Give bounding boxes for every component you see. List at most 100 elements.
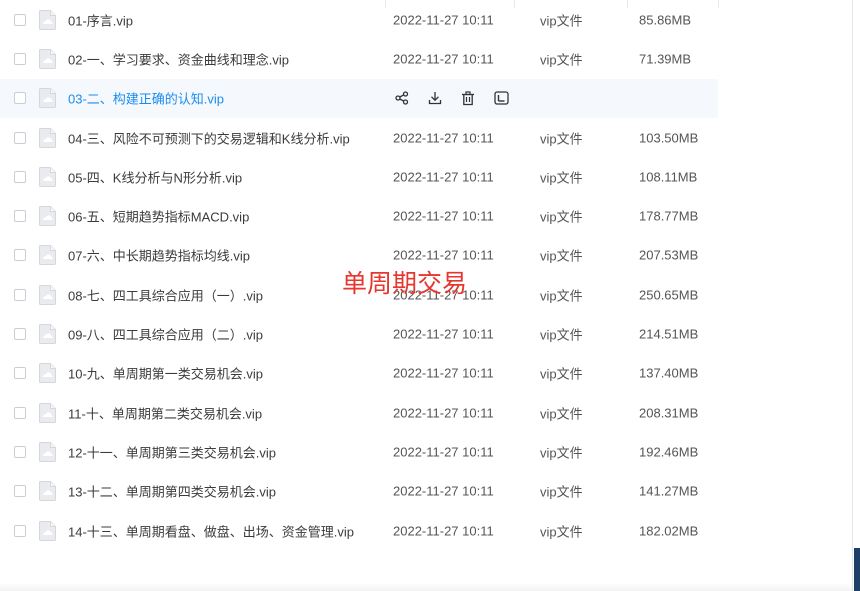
file-size: 71.39MB bbox=[639, 51, 692, 67]
file-type: vip文件 bbox=[540, 327, 583, 343]
file-size: 178.77MB bbox=[639, 208, 699, 224]
row-checkbox[interactable] bbox=[14, 170, 26, 183]
file-name[interactable]: 03-二、构建正确的认知.vip bbox=[68, 89, 224, 108]
file-size: 208.31MB bbox=[639, 405, 699, 421]
vertical-scrollbar-thumb[interactable] bbox=[854, 548, 860, 591]
file-row[interactable]: 12-十一、单周期第三类交易机会.vip 2022-11-27 10:11 vip文… bbox=[0, 432, 852, 471]
row-checkbox[interactable] bbox=[14, 367, 26, 380]
file-modified-date: 2022-11-27 10:11 bbox=[393, 444, 494, 460]
file-row[interactable]: 05-四、K线分析与N形分析.vip 2022-11-27 10:11 vip文件 1… bbox=[0, 157, 852, 196]
file-icon bbox=[39, 324, 56, 345]
file-row[interactable]: 02-一、学习要求、资金曲线和理念.vip 2022-11-27 10:11 vip… bbox=[0, 39, 852, 78]
file-icon bbox=[39, 284, 56, 305]
file-modified-date: 2022-11-27 10:11 bbox=[393, 483, 494, 499]
file-name[interactable]: 10-九、单周期第一类交易机会.vip bbox=[68, 364, 263, 383]
file-row[interactable]: 04-三、风险不可预测下的交易逻辑和K线分析.vip 2022-11-27 10:… bbox=[0, 118, 852, 157]
file-icon bbox=[39, 206, 56, 227]
file-icon bbox=[39, 402, 56, 423]
file-modified-date: 2022-11-27 10:11 bbox=[393, 130, 494, 146]
file-name[interactable]: 08-七、四工具综合应用（一）.vip bbox=[68, 285, 263, 304]
file-icon bbox=[39, 88, 56, 109]
file-row[interactable]: 01-序言.vip 2022-11-27 10:11 vip文件 85.86MB bbox=[0, 0, 852, 39]
file-row[interactable]: 13-十二、单周期第四类交易机会.vip 2022-11-27 10:11 vip文… bbox=[0, 472, 852, 511]
file-type: vip文件 bbox=[540, 248, 583, 264]
file-row[interactable]: 09-八、四工具综合应用（二）.vip 2022-11-27 10:11 vip文件… bbox=[0, 314, 852, 353]
delete-icon[interactable] bbox=[459, 89, 477, 107]
file-icon bbox=[39, 520, 56, 541]
file-name[interactable]: 12-十一、单周期第三类交易机会.vip bbox=[68, 442, 276, 461]
file-row[interactable]: 11-十、单周期第二类交易机会.vip 2022-11-27 10:11 vip文件… bbox=[0, 393, 852, 432]
file-type: vip文件 bbox=[540, 445, 583, 461]
file-modified-date: 2022-11-27 10:11 bbox=[393, 169, 494, 185]
file-icon bbox=[39, 481, 56, 502]
file-name[interactable]: 07-六、中长期趋势指标均线.vip bbox=[68, 246, 250, 265]
file-row[interactable]: 06-五、短期趋势指标MACD.vip 2022-11-27 10:11 vip文件… bbox=[0, 196, 852, 235]
file-size: 141.27MB bbox=[639, 483, 699, 499]
file-size: 85.86MB bbox=[639, 12, 692, 28]
file-modified-date: 2022-11-27 10:11 bbox=[393, 523, 494, 538]
file-modified-date: 2022-11-27 10:11 bbox=[393, 247, 494, 263]
file-size: 207.53MB bbox=[639, 247, 699, 263]
row-checkbox[interactable] bbox=[14, 485, 26, 498]
file-icon bbox=[39, 127, 56, 148]
file-icon bbox=[39, 48, 56, 69]
file-size: 103.50MB bbox=[639, 130, 699, 146]
file-row[interactable]: 10-九、单周期第一类交易机会.vip 2022-11-27 10:11 vip文件… bbox=[0, 354, 852, 393]
file-type: vip文件 bbox=[540, 209, 583, 225]
vertical-scrollbar[interactable] bbox=[852, 0, 860, 591]
file-type: vip文件 bbox=[540, 52, 583, 68]
file-type: vip文件 bbox=[540, 170, 583, 186]
file-modified-date: 2022-11-27 10:11 bbox=[393, 51, 494, 67]
file-size: 182.02MB bbox=[639, 523, 699, 538]
file-icon bbox=[39, 245, 56, 266]
row-checkbox[interactable] bbox=[14, 131, 26, 144]
file-size: 250.65MB bbox=[639, 287, 699, 303]
share-icon[interactable] bbox=[393, 89, 411, 107]
file-name[interactable]: 05-四、K线分析与N形分析.vip bbox=[68, 167, 242, 186]
file-name[interactable]: 11-十、单周期第二类交易机会.vip bbox=[68, 403, 262, 422]
file-type: vip文件 bbox=[540, 288, 583, 304]
file-list-window: 01-序言.vip 2022-11-27 10:11 vip文件 85.86MB 02-… bbox=[0, 0, 860, 591]
file-icon bbox=[39, 166, 56, 187]
file-icon bbox=[39, 9, 56, 30]
row-checkbox[interactable] bbox=[14, 13, 26, 26]
file-size: 192.46MB bbox=[639, 444, 699, 460]
file-row[interactable]: 14-十三、单周期看盘、做盘、出场、资金管理.vip 2022-11-27 10:… bbox=[0, 511, 852, 550]
file-modified-date: 2022-11-27 10:11 bbox=[393, 365, 494, 381]
row-checkbox[interactable] bbox=[14, 52, 26, 65]
file-name[interactable]: 14-十三、单周期看盘、做盘、出场、资金管理.vip bbox=[68, 521, 354, 540]
file-name[interactable]: 01-序言.vip bbox=[68, 10, 133, 29]
row-checkbox[interactable] bbox=[14, 445, 26, 458]
file-type: vip文件 bbox=[540, 484, 583, 500]
file-modified-date: 2022-11-27 10:11 bbox=[393, 208, 494, 224]
row-actions bbox=[393, 89, 525, 107]
row-checkbox[interactable] bbox=[14, 249, 26, 262]
file-name[interactable]: 06-五、短期趋势指标MACD.vip bbox=[68, 207, 249, 226]
file-size: 214.51MB bbox=[639, 326, 699, 342]
file-type: vip文件 bbox=[540, 131, 583, 147]
file-type: vip文件 bbox=[540, 366, 583, 382]
file-size: 108.11MB bbox=[639, 169, 698, 185]
file-type: vip文件 bbox=[540, 524, 583, 539]
file-name[interactable]: 04-三、风险不可预测下的交易逻辑和K线分析.vip bbox=[68, 128, 350, 147]
download-icon[interactable] bbox=[426, 89, 444, 107]
horizontal-scrollbar-track bbox=[0, 583, 852, 591]
more-icon[interactable] bbox=[492, 89, 510, 107]
row-checkbox[interactable] bbox=[14, 328, 26, 341]
file-type: vip文件 bbox=[540, 13, 583, 29]
file-type: vip文件 bbox=[540, 406, 583, 422]
row-checkbox[interactable] bbox=[14, 524, 26, 537]
file-modified-date: 2022-11-27 10:11 bbox=[393, 12, 494, 28]
file-icon bbox=[39, 363, 56, 384]
file-icon bbox=[39, 441, 56, 462]
file-name[interactable]: 09-八、四工具综合应用（二）.vip bbox=[68, 325, 263, 344]
file-row[interactable]: 03-二、构建正确的认知.vip bbox=[0, 78, 718, 118]
file-name[interactable]: 02-一、学习要求、资金曲线和理念.vip bbox=[68, 49, 289, 68]
file-size: 137.40MB bbox=[639, 365, 699, 381]
row-checkbox[interactable] bbox=[14, 92, 26, 105]
watermark-text: 单周期交易 bbox=[342, 269, 468, 298]
row-checkbox[interactable] bbox=[14, 288, 26, 301]
row-checkbox[interactable] bbox=[14, 210, 26, 223]
row-checkbox[interactable] bbox=[14, 406, 26, 419]
file-name[interactable]: 13-十二、单周期第四类交易机会.vip bbox=[68, 482, 276, 501]
